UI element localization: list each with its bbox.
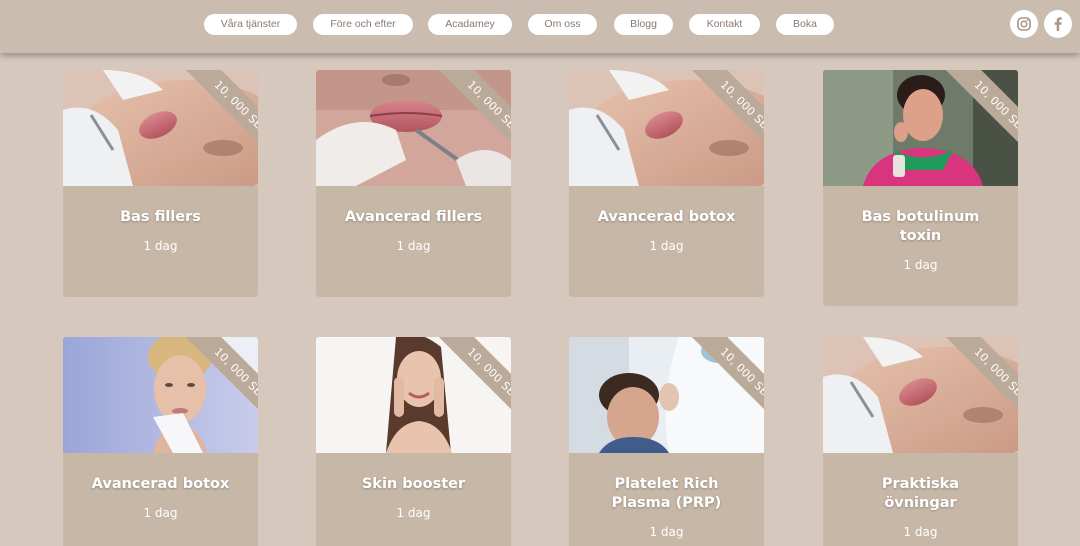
- course-card[interactable]: 10, 000 SEK Avancerad botox 1 dag: [63, 337, 258, 546]
- course-duration: 1 dag: [396, 239, 431, 253]
- course-title[interactable]: Skin booster: [316, 475, 511, 494]
- course-title[interactable]: Bas botulinum toxin: [823, 208, 1018, 246]
- skincare-woman-photo[interactable]: 10, 000 SEK: [316, 337, 511, 453]
- nav-item-book[interactable]: Boka: [776, 14, 834, 35]
- lip-injection-photo[interactable]: 10, 000 SEK: [569, 70, 764, 186]
- scalp-treatment-photo[interactable]: 10, 000 SEK: [569, 337, 764, 453]
- lip-injection-photo[interactable]: 10, 000 SEK: [63, 70, 258, 186]
- course-duration: 1 dag: [903, 258, 938, 272]
- nav-item-services[interactable]: Våra tjänster: [204, 14, 297, 35]
- course-title[interactable]: Praktiska övningar: [823, 475, 1018, 513]
- course-duration: 1 dag: [396, 506, 431, 520]
- course-duration: 1 dag: [649, 239, 684, 253]
- nav-item-blog[interactable]: Blogg: [614, 14, 673, 35]
- course-title[interactable]: Avancerad botox: [569, 208, 764, 227]
- nav-item-academy[interactable]: Acadamey: [428, 14, 512, 35]
- course-duration: 1 dag: [903, 525, 938, 539]
- nav-item-about[interactable]: Om oss: [528, 14, 597, 35]
- course-duration: 1 dag: [143, 239, 178, 253]
- course-duration: 1 dag: [143, 506, 178, 520]
- course-title[interactable]: Platelet Rich Plasma (PRP): [569, 475, 764, 513]
- nav-item-contact[interactable]: Kontakt: [689, 14, 760, 35]
- lip-injection-photo[interactable]: 10, 000 SEK: [823, 337, 1018, 453]
- face-treatment-photo[interactable]: 10, 000 SEK: [63, 337, 258, 453]
- course-card[interactable]: 10, 000 SEK Avancerad fillers 1 dag: [316, 70, 511, 297]
- instagram-icon[interactable]: [1010, 10, 1038, 38]
- course-card[interactable]: 10, 000 SEK Praktiska övningar 1 dag: [823, 337, 1018, 546]
- smiling-woman-photo[interactable]: 10, 000 SEK: [823, 70, 1018, 186]
- course-title[interactable]: Avancerad botox: [63, 475, 258, 494]
- course-card[interactable]: 10, 000 SEK Platelet Rich Plasma (PRP) 1 d…: [569, 337, 764, 546]
- top-navigation-bar: Våra tjänster Före och efter Acadamey Om…: [0, 0, 1080, 53]
- course-card[interactable]: 10, 000 SEK Avancerad botox 1 dag: [569, 70, 764, 297]
- nav-item-before-after[interactable]: Före och efter: [313, 14, 413, 35]
- course-card[interactable]: 10, 000 SEK Bas fillers 1 dag: [63, 70, 258, 297]
- course-duration: 1 dag: [649, 525, 684, 539]
- course-card[interactable]: 10, 000 SEK Skin booster 1 dag: [316, 337, 511, 546]
- course-card[interactable]: 10, 000 SEK Bas botulinum toxin 1 dag: [823, 70, 1018, 306]
- course-title[interactable]: Avancerad fillers: [316, 208, 511, 227]
- course-title[interactable]: Bas fillers: [63, 208, 258, 227]
- facebook-icon[interactable]: [1044, 10, 1072, 38]
- lip-closeup-photo[interactable]: 10, 000 SEK: [316, 70, 511, 186]
